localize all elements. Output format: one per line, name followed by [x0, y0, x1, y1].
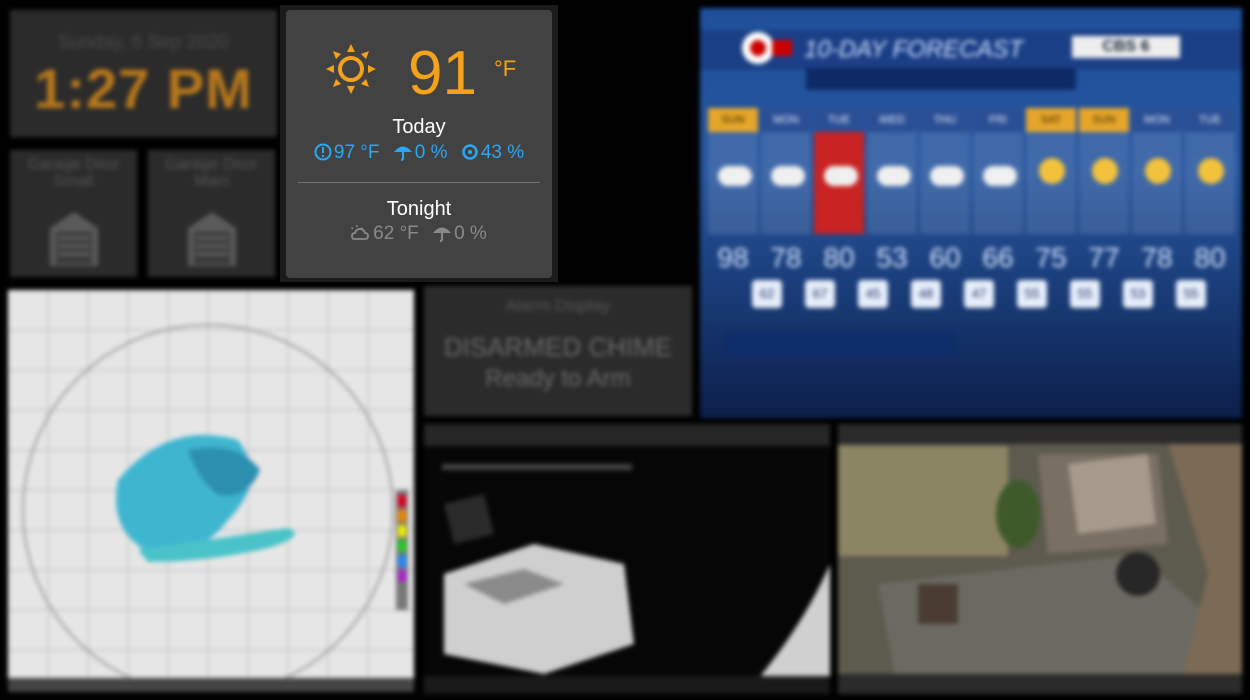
weather-tile[interactable]: 91 °F Today 97 °F 0 % 43 % Tonight 62 °F…	[286, 10, 552, 278]
forecast-high: 98	[717, 242, 749, 273]
clock-tile: Sunday, 6 Sep 2020 1:27 PM	[10, 10, 277, 137]
humidity-value: 43 %	[480, 142, 525, 163]
clock-time: 1:27 PM	[34, 57, 253, 120]
forecast-low: 45	[858, 280, 888, 308]
forecast-day: WED	[867, 108, 917, 234]
ten-day-forecast-image: 10-DAY FORECAST CBS 6 SUN MON TUE WED TH…	[700, 8, 1242, 418]
precip-stat: 0 %	[393, 142, 448, 164]
forecast-day: THU	[920, 108, 970, 234]
camera-feed-night[interactable]	[424, 424, 830, 694]
forecast-low: 55	[1070, 280, 1100, 308]
precip-value: 0 %	[414, 142, 448, 163]
current-temperature: 91	[408, 39, 477, 108]
sun-icon	[326, 44, 376, 99]
forecast-high: 80	[823, 242, 855, 273]
forecast-high: 78	[770, 242, 802, 273]
forecast-day: SAT	[1026, 108, 1076, 234]
garage-door-icon	[46, 208, 102, 266]
forecast-days: SUN MON TUE WED THU FRI SAT SUN MON TUE	[708, 108, 1236, 234]
clock-date: Sunday, 6 Sep 2020	[58, 32, 229, 53]
forecast-high: 60	[929, 242, 961, 273]
radar-map	[8, 290, 414, 692]
humidity-icon	[462, 144, 478, 160]
forecast-ticker	[724, 333, 956, 355]
station-logo-icon	[742, 32, 792, 64]
forecast-low: 62	[752, 280, 782, 308]
forecast-day: MON	[761, 108, 811, 234]
today-label: Today	[392, 116, 446, 138]
forecast-logo: CBS 6	[1072, 36, 1180, 58]
forecast-high: 53	[876, 242, 908, 273]
alarm-title: Alarm Display	[505, 296, 611, 315]
umbrella-icon	[433, 227, 452, 242]
forecast-day: MON	[1132, 108, 1182, 234]
camera-image	[838, 444, 1242, 694]
garage-door-label: Garage Door Main	[165, 156, 258, 190]
forecast-subtitle-bar	[806, 68, 1076, 90]
forecast-day: FRI	[973, 108, 1023, 234]
alarm-display-tile[interactable]: Alarm Display DISARMED CHIME Ready to Ar…	[424, 286, 692, 416]
forecast-high: 80	[1194, 242, 1226, 273]
forecast-high: 75	[1035, 242, 1067, 273]
garage-door-main-tile[interactable]: Garage Door Main	[148, 150, 275, 277]
forecast-low: 67	[805, 280, 835, 308]
forecast-day: TUE	[1185, 108, 1235, 234]
forecast-low: 53	[1123, 280, 1153, 308]
forecast-high: 66	[982, 242, 1014, 273]
garage-door-icon	[184, 208, 240, 266]
alarm-substatus: Ready to Arm	[485, 365, 631, 392]
forecast-low: 55	[1176, 280, 1206, 308]
forecast-high: 78	[1141, 242, 1173, 273]
forecast-high: 77	[1088, 242, 1120, 273]
tonight-precip-stat: 0 %	[432, 223, 487, 245]
radar-map-image	[8, 290, 414, 692]
feels-like-stat: 97 °F	[314, 142, 380, 164]
forecast-low: 47	[964, 280, 994, 308]
forecast-low: 48	[911, 280, 941, 308]
garage-door-label: Garage Door Small	[27, 156, 120, 190]
temperature-unit: °F	[494, 56, 517, 81]
forecast-day: TUE	[814, 108, 864, 234]
tonight-label: Tonight	[386, 198, 452, 220]
tonight-stats: 62 °F 0 %	[286, 223, 552, 245]
forecast-low: 55	[1017, 280, 1047, 308]
feels-like-value: 97 °F	[333, 142, 380, 163]
camera-feed-porch[interactable]	[838, 424, 1242, 694]
camera-image	[424, 446, 830, 694]
tonight-low-value: 62 °F	[373, 223, 419, 244]
umbrella-icon	[393, 146, 412, 161]
forecast-title: 10-DAY FORECAST	[804, 36, 1024, 63]
humidity-stat: 43 %	[461, 142, 524, 164]
alert-circle-icon	[314, 143, 332, 161]
tonight-precip-value: 0 %	[454, 223, 487, 244]
forecast-day: SUN	[708, 108, 758, 234]
tonight-low-stat: 62 °F	[351, 223, 419, 245]
partly-cloudy-night-icon	[351, 225, 370, 240]
forecast-day: SUN	[1079, 108, 1129, 234]
divider	[298, 182, 540, 183]
today-stats: 97 °F 0 % 43 %	[286, 142, 552, 164]
alarm-status: DISARMED CHIME	[443, 332, 673, 362]
garage-door-small-tile[interactable]: Garage Door Small	[10, 150, 137, 277]
